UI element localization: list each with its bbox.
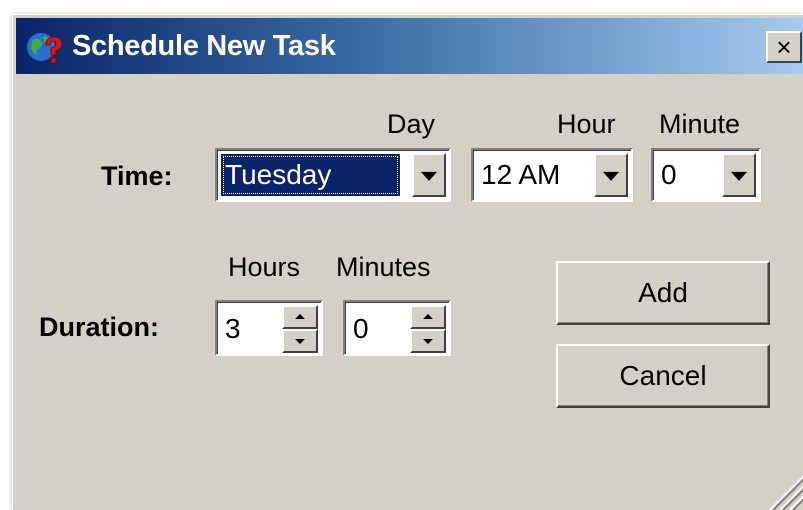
hour-header: Hour <box>557 109 616 139</box>
globe-question-icon <box>27 33 63 64</box>
minute-select[interactable]: 0 <box>651 148 761 202</box>
day-header: Day <box>387 109 436 139</box>
duration-label: Duration: <box>39 312 159 342</box>
hours-increment-button[interactable] <box>282 305 318 329</box>
cancel-button[interactable]: Cancel <box>556 344 770 408</box>
title-bar[interactable]: Schedule New Task × <box>16 18 803 74</box>
day-select-value: Tuesday <box>221 154 400 196</box>
minutes-header: Minutes <box>336 252 431 282</box>
chevron-down-icon[interactable] <box>594 153 628 197</box>
minutes-stepper-value: 0 <box>353 313 369 344</box>
minutes-increment-button[interactable] <box>410 305 446 329</box>
hour-select[interactable]: 12 AM <box>471 148 633 202</box>
add-button-label: Add <box>638 277 688 308</box>
close-icon: × <box>776 32 792 62</box>
time-label: Time: <box>101 161 173 191</box>
add-button[interactable]: Add <box>556 261 770 325</box>
hours-stepper[interactable]: 3 <box>215 300 323 356</box>
minutes-stepper[interactable]: 0 <box>343 300 451 356</box>
minute-header: Minute <box>659 109 741 139</box>
hours-decrement-button[interactable] <box>282 329 318 353</box>
hours-header: Hours <box>228 252 301 282</box>
day-select[interactable]: Tuesday <box>215 148 451 202</box>
hour-select-value: 12 AM <box>481 159 561 190</box>
chevron-down-icon[interactable] <box>722 153 756 197</box>
chevron-down-icon[interactable] <box>412 153 446 197</box>
window-title: Schedule New Task <box>72 30 336 62</box>
minutes-decrement-button[interactable] <box>410 329 446 353</box>
minute-select-value: 0 <box>661 159 677 190</box>
close-button[interactable]: × <box>766 31 802 63</box>
schedule-task-dialog: Schedule New Task × Day Hour Minute Time… <box>12 14 803 510</box>
cancel-button-label: Cancel <box>619 360 707 391</box>
hours-stepper-value: 3 <box>225 313 241 344</box>
resize-grip-icon[interactable] <box>764 470 803 510</box>
